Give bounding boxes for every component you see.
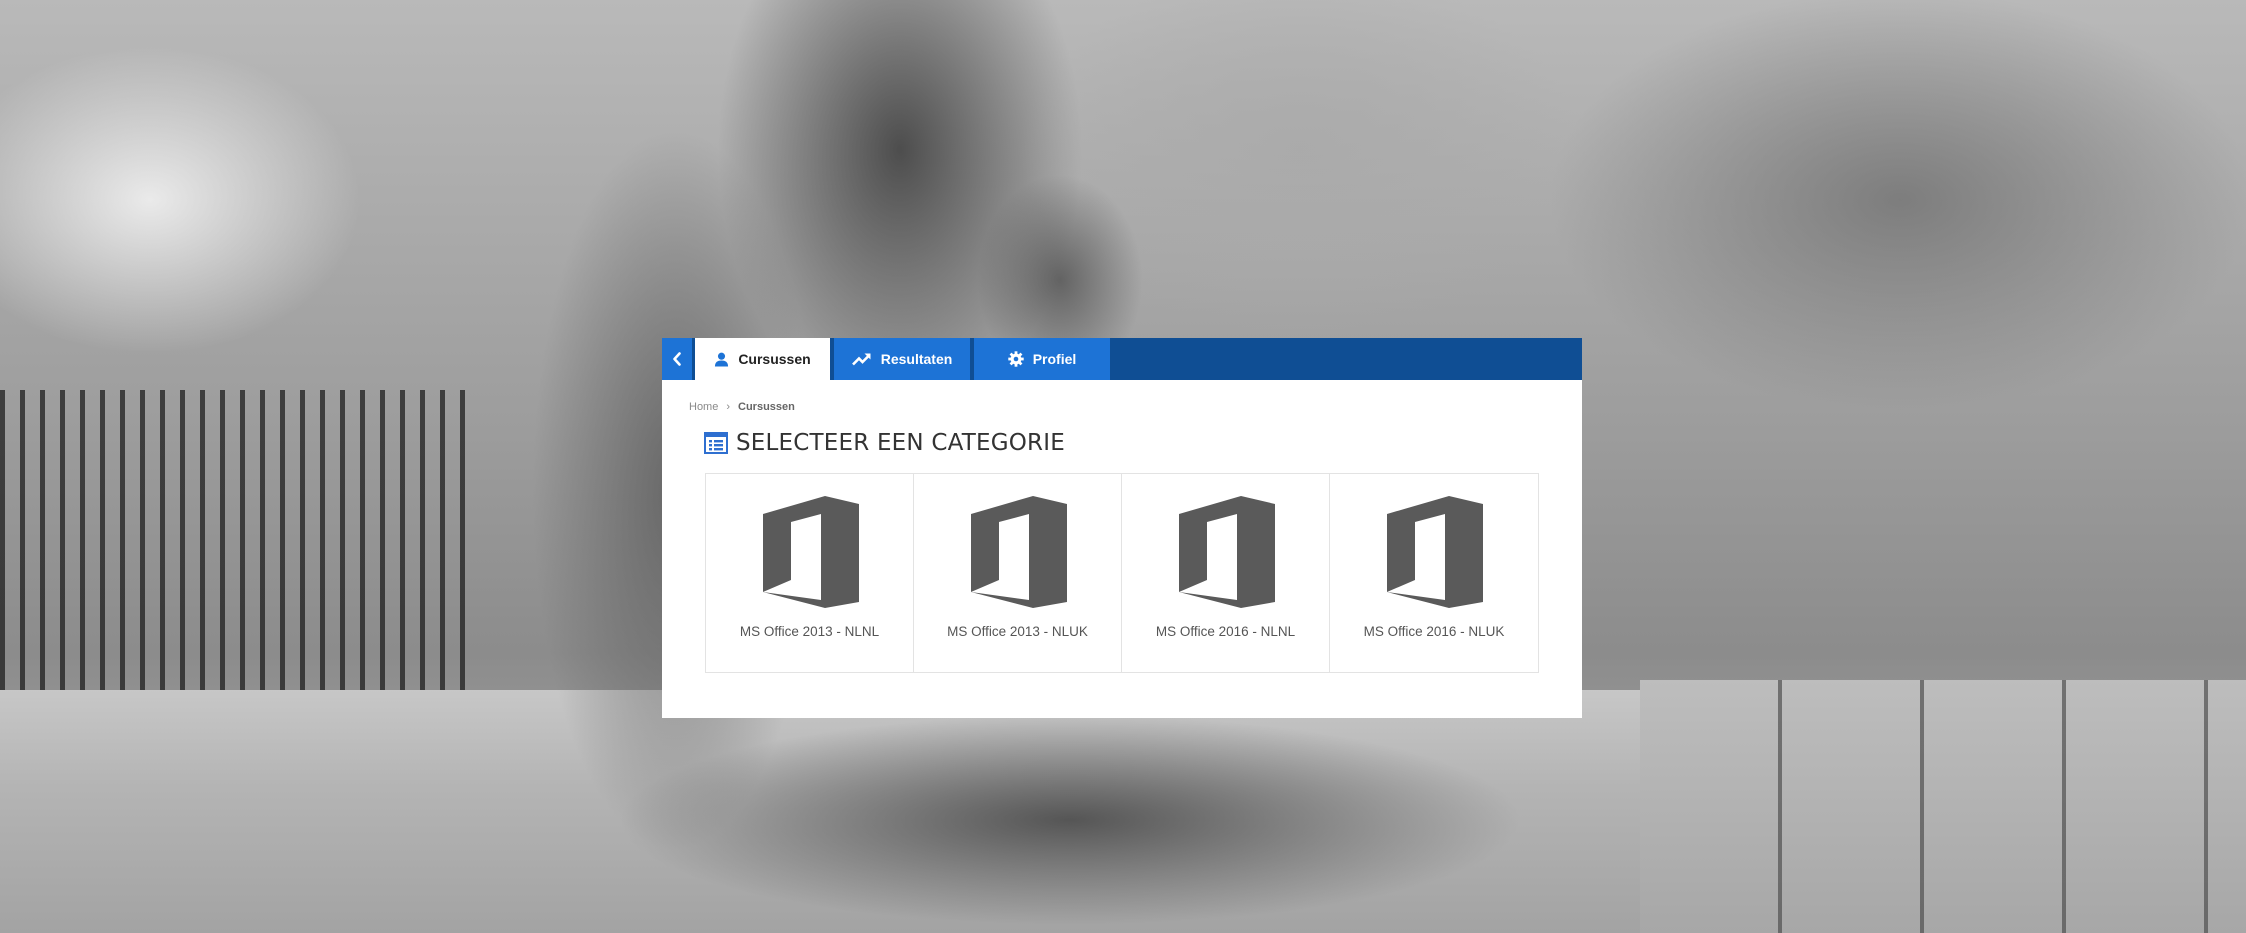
list-icon (704, 432, 728, 454)
page: Cursussen Resultaten Profiel Home › Curs… (0, 0, 2246, 933)
category-label: MS Office 2016 - NLNL (1155, 624, 1296, 639)
office-logo-icon (763, 496, 859, 608)
tab-label: Resultaten (880, 351, 953, 367)
background-people (470, 700, 1670, 933)
user-icon (715, 352, 729, 367)
course-panel: Cursussen Resultaten Profiel Home › Curs… (662, 338, 1582, 718)
back-button[interactable] (662, 338, 692, 380)
category-label: MS Office 2013 - NLNL (739, 624, 880, 639)
background-wall (1640, 680, 2246, 933)
category-card[interactable]: MS Office 2016 - NLUK (1330, 474, 1538, 672)
breadcrumb-current: Cursussen (738, 401, 795, 413)
trend-chart-icon (851, 353, 871, 366)
breadcrumb-home-link[interactable]: Home (689, 401, 718, 413)
category-grid: MS Office 2013 - NLNL MS Office 2013 - N… (705, 473, 1539, 673)
background-fence (0, 390, 470, 690)
tab-cursussen[interactable]: Cursussen (695, 338, 830, 380)
category-card[interactable]: MS Office 2013 - NLUK (914, 474, 1122, 672)
breadcrumb: Home › Cursussen (689, 401, 795, 413)
category-card[interactable]: MS Office 2013 - NLNL (706, 474, 914, 672)
tab-label: Profiel (1032, 351, 1077, 367)
category-label: MS Office 2013 - NLUK (947, 624, 1088, 639)
tab-navbar: Cursussen Resultaten Profiel (662, 338, 1582, 380)
gear-icon (1008, 351, 1024, 367)
office-logo-icon (971, 496, 1067, 608)
category-card[interactable]: MS Office 2016 - NLNL (1122, 474, 1330, 672)
page-title: SELECTEER EEN CATEGORIE (736, 430, 1065, 456)
office-logo-icon (1179, 496, 1275, 608)
chevron-left-icon (673, 352, 681, 366)
page-heading: SELECTEER EEN CATEGORIE (704, 430, 1065, 456)
category-label: MS Office 2016 - NLUK (1363, 624, 1505, 639)
office-logo-icon (1387, 496, 1483, 608)
tab-label: Cursussen (738, 351, 811, 367)
breadcrumb-separator: › (726, 401, 731, 413)
tab-resultaten[interactable]: Resultaten (834, 338, 970, 380)
tab-profiel[interactable]: Profiel (974, 338, 1110, 380)
